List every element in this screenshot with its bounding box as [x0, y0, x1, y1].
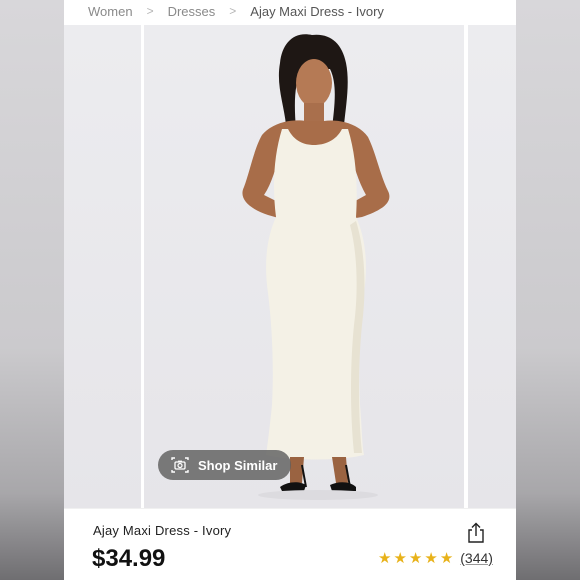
shop-similar-label: Shop Similar [198, 457, 278, 473]
model-photo [242, 34, 390, 500]
carousel-main-image[interactable]: Shop Similar [144, 25, 464, 508]
camera-icon [171, 457, 189, 473]
star-icon: ★ [408, 549, 423, 567]
star-icon: ★ [439, 549, 454, 567]
product-name: Ajay Maxi Dress - Ivory [93, 523, 232, 538]
rating[interactable]: ★ ★ ★ ★ ★ (344) [378, 550, 493, 566]
star-icon: ★ [424, 549, 438, 567]
chevron-right-icon: > [229, 4, 237, 18]
image-carousel[interactable]: Shop Similar [64, 25, 516, 508]
product-price: $34.99 [92, 545, 166, 572]
product-page: Women > Dresses > Ajay Maxi Dress - Ivor… [64, 0, 516, 580]
backdrop-left [0, 0, 64, 580]
carousel-prev-slide[interactable] [64, 25, 141, 508]
share-icon[interactable] [467, 522, 485, 544]
breadcrumb: Women > Dresses > Ajay Maxi Dress - Ivor… [64, 0, 516, 22]
star-icon: ★ [393, 549, 407, 567]
breadcrumb-current: Ajay Maxi Dress - Ivory [250, 3, 384, 19]
breadcrumb-women[interactable]: Women [88, 4, 133, 19]
product-info: Ajay Maxi Dress - Ivory $34.99 ★ ★ ★ ★ ★… [64, 508, 516, 580]
review-count-link[interactable]: (344) [460, 550, 493, 566]
divider [64, 508, 516, 509]
star-icon: ★ [378, 549, 392, 567]
chevron-right-icon: > [146, 4, 154, 18]
backdrop-right [516, 0, 580, 580]
breadcrumb-dresses[interactable]: Dresses [168, 4, 216, 19]
carousel-next-slide[interactable] [468, 25, 516, 508]
shop-similar-button[interactable]: Shop Similar [158, 450, 292, 480]
